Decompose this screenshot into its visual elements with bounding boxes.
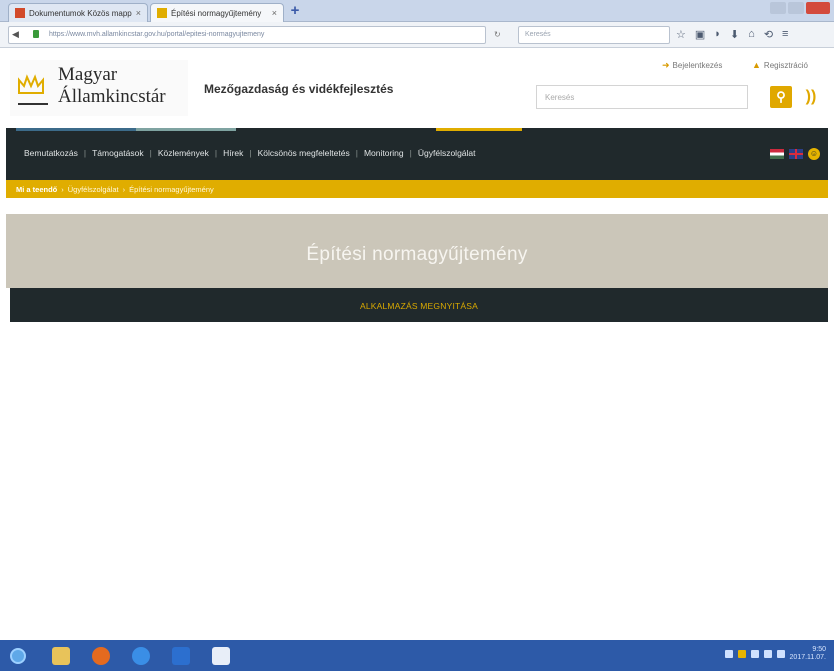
reader-icon[interactable]: ▣: [695, 28, 705, 41]
address-bar[interactable]: ◀ https://www.mvh.allamkincstar.gov.hu/p…: [8, 26, 486, 44]
search-button[interactable]: ⚲: [770, 86, 792, 108]
browser-tools: ☆ ▣ ◗ ⬇ ⌂ ⟲ ≡: [676, 28, 788, 41]
tab-title: Építési normagyűjtemény: [171, 8, 262, 18]
start-button[interactable]: [10, 648, 26, 664]
crown-logo-icon: [18, 74, 44, 94]
reload-icon[interactable]: ↻: [494, 30, 501, 39]
open-application-link[interactable]: ALKALMAZÁS MEGNYITÁSA: [10, 301, 828, 311]
clock[interactable]: 9:50 2017.11.07.: [790, 646, 826, 662]
hungarian-flag-icon[interactable]: [770, 149, 784, 159]
breadcrumb-item-current: Építési normagyűjtemény: [129, 184, 214, 194]
breadcrumb-item[interactable]: Ügyfélszolgálat: [68, 185, 119, 194]
browser-search-input[interactable]: Keresés: [518, 26, 670, 44]
tray-app-icon[interactable]: [737, 650, 746, 658]
browser-tab-active[interactable]: Építési normagyűjtemény ×: [150, 3, 284, 22]
download-icon[interactable]: ⬇: [730, 28, 739, 41]
close-tab-icon[interactable]: ×: [268, 8, 277, 18]
nav-item-bemutatkozas[interactable]: Bemutatkozás: [18, 148, 84, 158]
register-label: Regisztráció: [763, 60, 808, 70]
window-controls: [770, 2, 830, 14]
site-logo[interactable]: Magyar Államkincstár: [10, 60, 188, 116]
browser-toolbar: ◀ https://www.mvh.allamkincstar.gov.hu/p…: [0, 22, 834, 48]
close-window-button[interactable]: [806, 2, 830, 14]
site-tagline: Mezőgazdaság és vidékfejlesztés: [204, 82, 394, 96]
nav-item-kolcsonos-megfeleltetes[interactable]: Kölcsönös megfeleltetés: [252, 148, 356, 158]
breadcrumb-item[interactable]: Mi a teendő: [16, 185, 57, 194]
site-search-input[interactable]: Keresés: [536, 85, 748, 109]
page-title: Építési normagyűjtemény: [306, 244, 528, 265]
nav-item-hirek[interactable]: Hírek: [217, 148, 249, 158]
login-icon: ➜: [662, 60, 670, 70]
maximize-button[interactable]: [788, 2, 804, 14]
tab-favicon-icon: [15, 8, 25, 18]
tab-favicon-icon: [157, 8, 167, 18]
file-explorer-icon[interactable]: [52, 647, 70, 665]
word-icon[interactable]: [212, 647, 230, 665]
main-navigation: Bemutatkozás | Támogatások | Közlemények…: [6, 128, 828, 180]
menu-icon[interactable]: ≡: [782, 28, 788, 41]
minimize-button[interactable]: [770, 2, 786, 14]
login-label: Bejelentkezés: [672, 61, 723, 70]
nav-item-tamogatasok[interactable]: Támogatások: [86, 148, 150, 158]
page-hero: Építési normagyűjtemény: [6, 214, 828, 288]
open-app-bar: ALKALMAZÁS MEGNYITÁSA: [10, 288, 828, 322]
home-icon[interactable]: ⌂: [748, 28, 755, 41]
pocket-icon[interactable]: ◗: [714, 28, 721, 41]
bookmark-star-icon[interactable]: ☆: [676, 28, 686, 41]
nav-item-monitoring[interactable]: Monitoring: [358, 148, 410, 158]
rss-icon[interactable]: )): [800, 86, 822, 108]
logo-text-magyar: Magyar: [58, 64, 118, 85]
register-link[interactable]: ▲ Regisztráció: [752, 60, 808, 70]
language-switcher: ☺: [770, 148, 820, 160]
tray-power-icon[interactable]: [776, 650, 785, 658]
tab-title: Dokumentumok Közös mapp: [29, 8, 132, 18]
logo-underline: [18, 103, 48, 105]
nav-menu: Bemutatkozás | Támogatások | Közlemények…: [18, 148, 482, 158]
back-icon[interactable]: ◀: [12, 29, 19, 40]
nav-accent: [16, 128, 136, 131]
browser-tab-bar: Dokumentumok Közös mapp × Építési normag…: [0, 0, 834, 22]
tray-app-icon[interactable]: [750, 650, 759, 658]
os-taskbar: 9:50 2017.11.07.: [0, 640, 834, 671]
nav-item-ugyfelszolgalat[interactable]: Ügyfélszolgálat: [412, 148, 482, 158]
system-tray: 9:50 2017.11.07.: [724, 646, 826, 662]
login-link[interactable]: ➜ Bejelentkezés: [662, 60, 722, 71]
breadcrumb-separator: ›: [122, 184, 126, 194]
accessibility-icon[interactable]: ☺: [808, 148, 820, 160]
nav-accent: [136, 128, 236, 131]
clock-time: 9:50: [812, 646, 826, 653]
sync-icon[interactable]: ⟲: [764, 28, 773, 41]
logo-text-allamkincstar: Államkincstár: [58, 86, 166, 107]
register-icon: ▲: [752, 60, 761, 70]
nav-item-kozlemenyek[interactable]: Közlemények: [152, 148, 215, 158]
address-bar-url: https://www.mvh.allamkincstar.gov.hu/por…: [49, 31, 265, 38]
chrome-icon[interactable]: [132, 647, 150, 665]
breadcrumb-separator: ›: [61, 184, 64, 194]
lock-icon: [33, 30, 39, 38]
outlook-icon[interactable]: [172, 647, 190, 665]
search-icon: ⚲: [776, 89, 786, 104]
english-flag-icon[interactable]: [789, 149, 803, 159]
tray-volume-icon[interactable]: [763, 650, 772, 658]
clock-date: 2017.11.07.: [789, 654, 826, 661]
breadcrumb: Mi a teendő › Ügyfélszolgálat › Építési …: [6, 180, 828, 198]
browser-tab[interactable]: Dokumentumok Közös mapp ×: [8, 3, 148, 22]
new-tab-button[interactable]: +: [286, 3, 304, 20]
tray-network-icon[interactable]: [724, 650, 733, 658]
firefox-icon[interactable]: [92, 647, 110, 665]
close-tab-icon[interactable]: ×: [132, 8, 141, 18]
nav-accent: [436, 128, 522, 131]
